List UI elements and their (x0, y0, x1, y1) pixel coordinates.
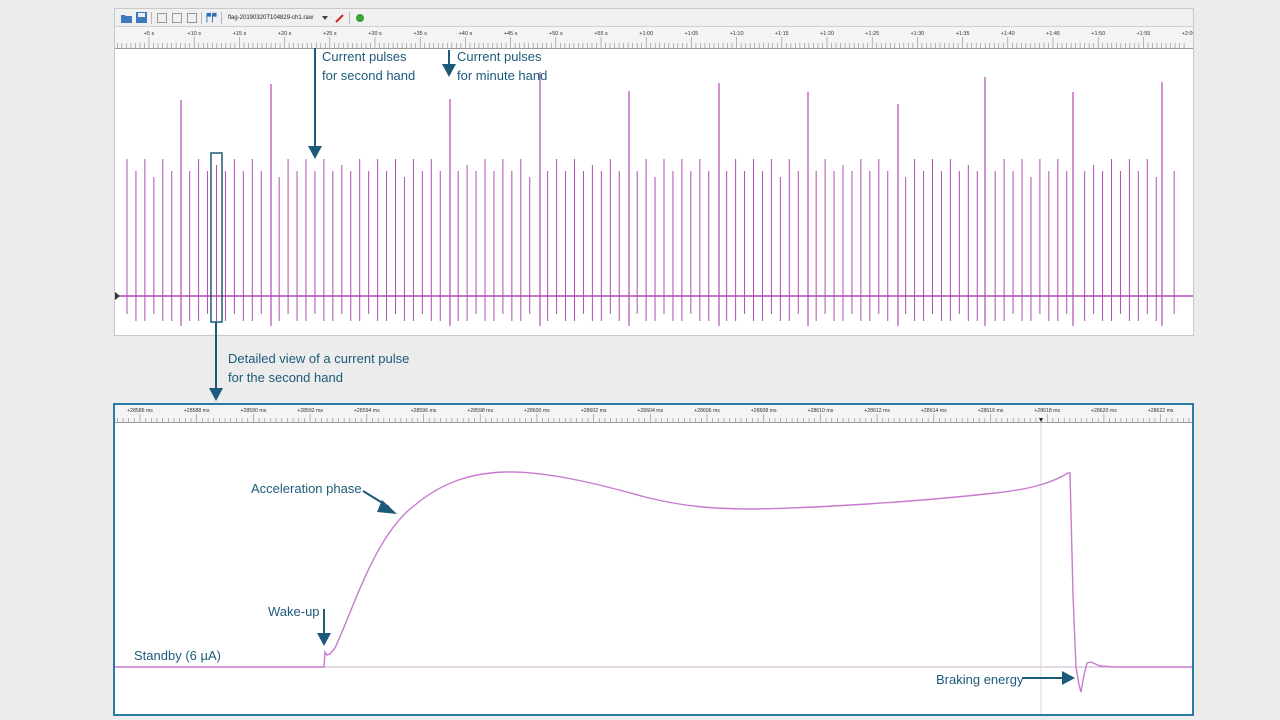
ruler-label: +5 s (144, 31, 155, 37)
ruler-label: +1:40 (1001, 31, 1015, 37)
detail-plot (115, 423, 1192, 714)
detail-annotation: Detailed view of a current pulse for the… (228, 349, 409, 387)
ruler-label: +15 s (233, 31, 247, 37)
detail-arrowhead (209, 388, 223, 401)
ruler-label: +55 s (594, 31, 608, 37)
braking-label: Braking energy (936, 672, 1024, 687)
ruler-label: +35 s (413, 31, 427, 37)
pen-icon[interactable] (334, 12, 345, 23)
ruler-label: +1:50 (1091, 31, 1105, 37)
time-ruler[interactable]: +5 s +10 s +15 s +20 s +25 s +30 s +35 s +40 s +… (115, 27, 1193, 49)
ruler-label: +28614 ms (921, 408, 947, 414)
annotation-line: Current pulses (322, 49, 407, 64)
folder-icon[interactable] (121, 12, 132, 23)
baseline-marker-icon (115, 292, 120, 300)
overview-plot (115, 72, 1193, 326)
annotation-line: for the second hand (228, 370, 343, 385)
ruler-label: +28612 ms (864, 408, 890, 414)
ruler-label: +50 s (549, 31, 563, 37)
ruler-label: +10 s (187, 31, 201, 37)
ruler-label: +2:00 (1182, 31, 1193, 37)
toolbar: flag-20190320T104829-ch1.raw (115, 9, 1193, 27)
ruler-label: +28606 ms (694, 408, 720, 414)
ruler-label: +28618 ms (1034, 408, 1060, 414)
marker-icon[interactable] (206, 12, 217, 23)
detail-time-ruler[interactable]: +28586 ms +28588 ms +28590 ms +28592 ms +285… (115, 405, 1192, 423)
ruler-label: +28620 ms (1091, 408, 1117, 414)
annotation-line: Current pulses (457, 49, 542, 64)
ruler-label: +1:10 (730, 31, 744, 37)
copy-icon[interactable] (156, 12, 167, 23)
ruler-label: +1:25 (865, 31, 879, 37)
export-icon[interactable] (186, 12, 197, 23)
ruler-label: +28590 ms (240, 408, 266, 414)
acceleration-label: Acceleration phase (251, 481, 362, 496)
ruler-label: +1:20 (820, 31, 834, 37)
ruler-label: +1:05 (684, 31, 698, 37)
ruler-label: +28596 ms (411, 408, 437, 414)
dropdown-arrow-icon[interactable] (319, 12, 330, 23)
ruler-label: +28586 ms (127, 408, 153, 414)
ruler-label: +20 s (278, 31, 292, 37)
ruler-label: +40 s (459, 31, 473, 37)
toolbar-separator (221, 11, 222, 24)
toolbar-separator (349, 11, 351, 24)
toolbar-separator (151, 11, 152, 24)
ruler-label: +1:55 (1136, 31, 1150, 37)
ruler-label: +28616 ms (978, 408, 1004, 414)
ruler-label: +1:35 (956, 31, 970, 37)
ruler-label: +28598 ms (467, 408, 493, 414)
current-pulse-trace (115, 471, 1192, 693)
annotation-line: for minute hand (457, 68, 548, 83)
ruler-label: +28602 ms (581, 408, 607, 414)
ruler-label: +28608 ms (751, 408, 777, 414)
detail-panel: +28586 ms +28588 ms +28590 ms +28592 ms +285… (113, 403, 1194, 716)
ruler-label: +25 s (323, 31, 337, 37)
ruler-label: +28604 ms (637, 408, 663, 414)
ruler-label: +28592 ms (297, 408, 323, 414)
overview-panel: flag-20190320T104829-ch1.raw +5 s +10 s +1… (114, 8, 1194, 336)
ruler-label: +30 s (368, 31, 382, 37)
minute-hand-annotation: Current pulses for minute hand (457, 47, 547, 85)
second-hand-annotation: Current pulses for second hand (322, 47, 415, 85)
ruler-background (115, 27, 1193, 49)
ruler-label: +28600 ms (524, 408, 550, 414)
ruler-label: +1:30 (910, 31, 924, 37)
status-dot-icon[interactable] (354, 12, 365, 23)
paste-icon[interactable] (171, 12, 182, 23)
ruler-label: +28622 ms (1148, 408, 1174, 414)
toolbar-separator (201, 11, 202, 24)
wakeup-label: Wake-up (268, 604, 320, 619)
ruler-label: +28610 ms (807, 408, 833, 414)
ruler-label: +28588 ms (184, 408, 210, 414)
ruler-label: +1:00 (639, 31, 653, 37)
standby-label: Standby (6 µA) (134, 648, 221, 663)
ruler-label: +1:45 (1046, 31, 1060, 37)
ruler-label: +45 s (504, 31, 518, 37)
ruler-label: +28594 ms (354, 408, 380, 414)
save-icon[interactable] (136, 12, 147, 23)
annotation-line: Detailed view of a current pulse (228, 351, 410, 366)
ruler-label: +1:15 (775, 31, 789, 37)
file-select[interactable]: flag-20190320T104829-ch1.raw (226, 15, 315, 21)
annotation-line: for second hand (322, 68, 416, 83)
